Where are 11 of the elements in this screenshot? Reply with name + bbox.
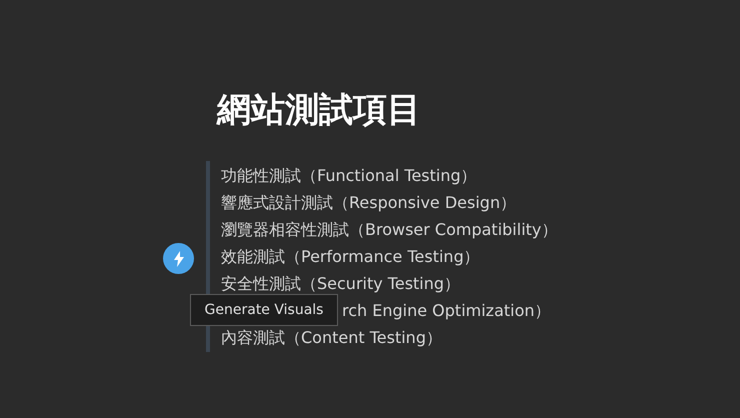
list-item: 功能性測試（Functional Testing）: [221, 164, 477, 186]
lightning-icon: [172, 250, 184, 266]
list-item: 內容測試（Content Testing）: [221, 326, 442, 348]
list-item: 效能測試（Performance Testing）: [221, 246, 480, 268]
list-item: 安全性測試（Security Testing）: [221, 272, 460, 294]
list-item: rch Engine Optimization）: [342, 300, 551, 322]
list-item: 瀏覽器相容性測試（Browser Compatibility）: [221, 218, 558, 240]
generate-button[interactable]: [163, 243, 194, 274]
list-item: 響應式設計測試（Responsive Design）: [221, 192, 516, 214]
slide-title: 網站測試項目: [217, 89, 421, 132]
tooltip: Generate Visuals: [190, 294, 338, 326]
